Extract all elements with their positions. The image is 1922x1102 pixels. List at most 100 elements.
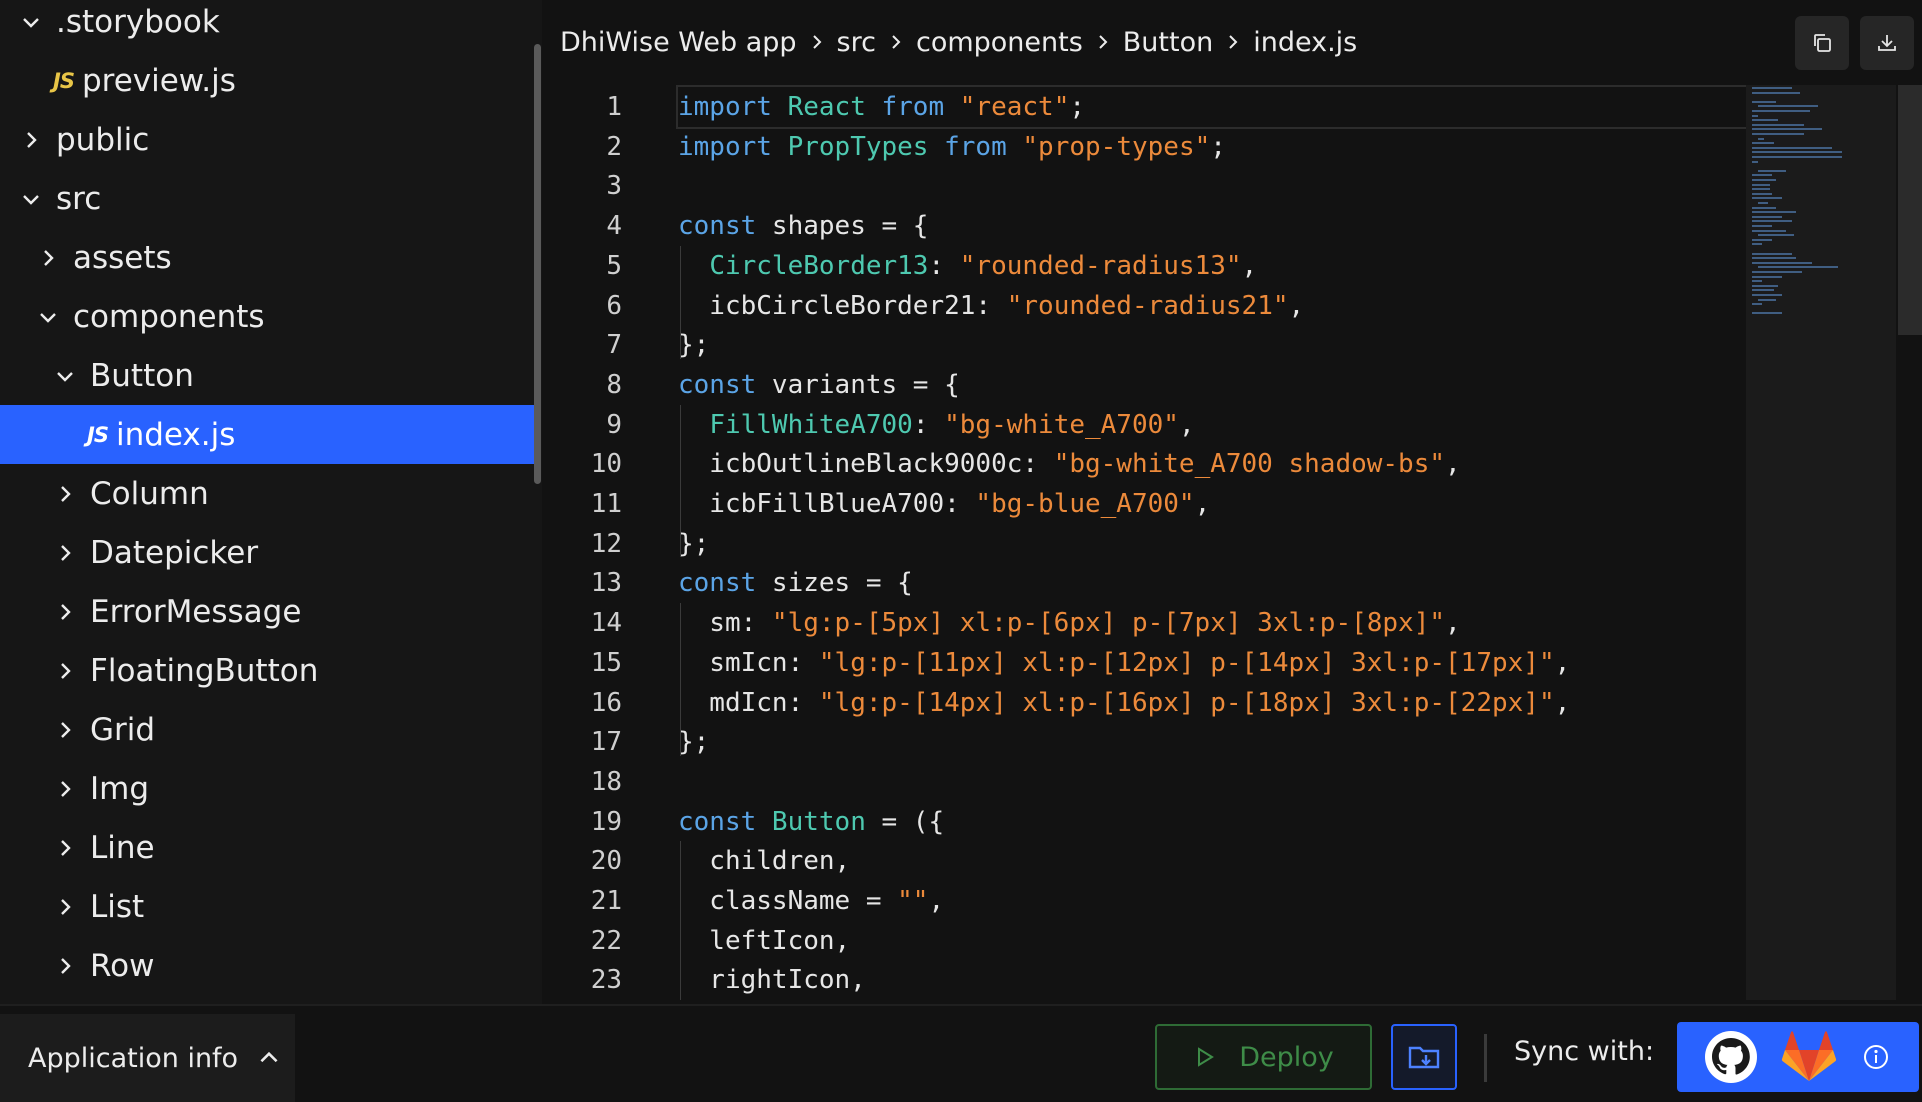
folder-column[interactable]: Column — [0, 464, 535, 523]
code-line[interactable]: 6 icbCircleBorder21: "rounded-radius21", — [542, 286, 1746, 326]
code-line[interactable]: 23 rightIcon, — [542, 960, 1746, 1000]
code-token: ; — [1210, 131, 1226, 162]
code-token: "lg:p-[5px] xl:p-[6px] p-[7px] 3xl:p-[8p… — [771, 608, 1446, 639]
info-icon[interactable] — [1862, 1043, 1890, 1071]
code-line[interactable]: 16 mdIcn: "lg:p-[14px] xl:p-[16px] p-[18… — [542, 683, 1746, 723]
line-number: 2 — [606, 131, 622, 162]
deploy-button[interactable]: Deploy — [1155, 1024, 1372, 1090]
code-line[interactable]: 15 smIcn: "lg:p-[11px] xl:p-[12px] p-[14… — [542, 643, 1746, 683]
minimap-line — [1752, 243, 1762, 246]
folder-row[interactable]: Row — [0, 936, 535, 995]
editor-scrollbar[interactable] — [1898, 85, 1922, 335]
breadcrumb-item[interactable]: index.js — [1253, 27, 1357, 58]
code-text: icbOutlineBlack9000c: "bg-white_A700 sha… — [678, 444, 1746, 484]
line-number: 8 — [606, 369, 622, 400]
chevron-down-icon — [54, 365, 76, 387]
application-info-label: Application info — [28, 1042, 239, 1074]
folder-errormessage[interactable]: ErrorMessage — [0, 582, 535, 641]
download-button[interactable] — [1860, 16, 1914, 70]
minimap-line — [1752, 215, 1782, 218]
line-number: 10 — [590, 449, 622, 480]
code-token: ; — [1069, 92, 1086, 122]
code-line[interactable]: 8 const variants = { — [542, 365, 1746, 405]
chevron-down-icon — [37, 306, 59, 328]
minimap-line — [1758, 234, 1794, 237]
code-line[interactable]: 2 import PropTypes from "prop-types"; — [542, 127, 1746, 167]
chevron-right-icon — [54, 719, 76, 741]
folder-line[interactable]: Line — [0, 818, 535, 877]
folder-img[interactable]: Img — [0, 759, 535, 818]
tree-item-label: ErrorMessage — [90, 593, 302, 630]
line-number: 21 — [590, 886, 622, 916]
chevron-up-icon — [260, 1051, 278, 1063]
minimap-line — [1758, 169, 1786, 172]
code-text: const sizes = { — [678, 563, 1746, 603]
code-text: const Button = ({ — [678, 802, 1746, 842]
code-line[interactable]: 18 — [542, 762, 1746, 802]
folder-storybook[interactable]: .storybook — [0, 0, 535, 51]
code-token: FillWhiteA700 — [709, 409, 913, 440]
code-line[interactable]: 9 FillWhiteA700: "bg-white_A700", — [542, 405, 1746, 445]
chevron-right-icon — [20, 129, 42, 151]
code-line[interactable]: 17}; — [542, 722, 1746, 762]
folder-src[interactable]: src — [0, 169, 535, 228]
deploy-label: Deploy — [1239, 1041, 1334, 1073]
minimap-line — [1752, 229, 1786, 232]
code-area[interactable]: 1 import React from "react"; 2 import PropT… — [542, 85, 1746, 1000]
line-number: 22 — [590, 925, 622, 956]
breadcrumb-item[interactable]: Button — [1123, 27, 1213, 58]
minimap-line — [1752, 225, 1772, 227]
folder-assets[interactable]: assets — [0, 228, 535, 287]
code-line[interactable]: 7}; — [542, 325, 1746, 365]
folder-grid[interactable]: Grid — [0, 700, 535, 759]
gitlab-icon[interactable] — [1781, 1031, 1837, 1083]
code-text: sm: "lg:p-[5px] xl:p-[6px] p-[7px] 3xl:p… — [678, 603, 1746, 643]
code-line[interactable]: 3 — [542, 166, 1746, 206]
file-preview-js[interactable]: JS preview.js — [0, 51, 535, 110]
code-line[interactable]: 12}; — [542, 524, 1746, 564]
code-token: , — [1178, 409, 1195, 440]
code-line[interactable]: 11 icbFillBlueA700: "bg-blue_A700", — [542, 484, 1746, 524]
breadcrumb-item[interactable]: components — [916, 27, 1083, 58]
js-file-icon: JS — [87, 422, 109, 447]
github-icon[interactable] — [1703, 1029, 1759, 1085]
breadcrumb-item[interactable]: DhiWise Web app — [560, 27, 797, 58]
js-file-icon: JS — [53, 68, 75, 93]
folder-components[interactable]: components — [0, 287, 535, 346]
minimap-line — [1752, 252, 1792, 255]
code-line[interactable]: 4 const shapes = { — [542, 206, 1746, 246]
code-line[interactable]: 14 sm: "lg:p-[5px] xl:p-[6px] p-[7px] 3x… — [542, 603, 1746, 643]
chevron-right-icon — [888, 34, 904, 50]
code-text: children, — [678, 841, 1746, 881]
minimap-line — [1752, 110, 1810, 112]
code-line[interactable]: 19 const Button = ({ — [542, 802, 1746, 842]
tree-item-label: Button — [90, 357, 194, 394]
download-project-button[interactable] — [1391, 1024, 1457, 1090]
folder-list[interactable]: List — [0, 877, 535, 936]
code-line[interactable]: 1 import React from "react"; — [542, 85, 1746, 129]
code-line[interactable]: 10 icbOutlineBlack9000c: "bg-white_A700 … — [542, 444, 1746, 484]
minimap-line — [1758, 298, 1776, 301]
code-text: }; — [678, 524, 1746, 564]
minimap[interactable] — [1746, 85, 1896, 1000]
copy-icon — [1814, 34, 1831, 52]
folder-public[interactable]: public — [0, 110, 535, 169]
breadcrumb-item[interactable]: src — [837, 27, 876, 58]
code-line[interactable]: 20 children, — [542, 841, 1746, 881]
sidebar-scrollbar[interactable] — [534, 44, 541, 484]
code-line[interactable]: 22 leftIcon, — [542, 921, 1746, 961]
code-token: from — [881, 92, 960, 122]
code-text: FillWhiteA700: "bg-white_A700", — [678, 405, 1746, 445]
file-index-js[interactable]: JS index.js — [0, 405, 535, 464]
tree-item-label: src — [56, 180, 102, 217]
code-line[interactable]: 5 CircleBorder13: "rounded-radius13", — [542, 246, 1746, 286]
folder-datepicker[interactable]: Datepicker — [0, 523, 535, 582]
tree-item-label: components — [73, 298, 265, 335]
copy-button[interactable] — [1795, 16, 1849, 70]
code-line[interactable]: 13 const sizes = { — [542, 563, 1746, 603]
code-token: shapes = { — [771, 211, 929, 242]
code-line[interactable]: 21 className = "", — [542, 881, 1746, 921]
application-info-toggle[interactable]: Application info — [0, 1014, 295, 1102]
folder-button[interactable]: Button — [0, 346, 535, 405]
folder-floatingbutton[interactable]: FloatingButton — [0, 641, 535, 700]
